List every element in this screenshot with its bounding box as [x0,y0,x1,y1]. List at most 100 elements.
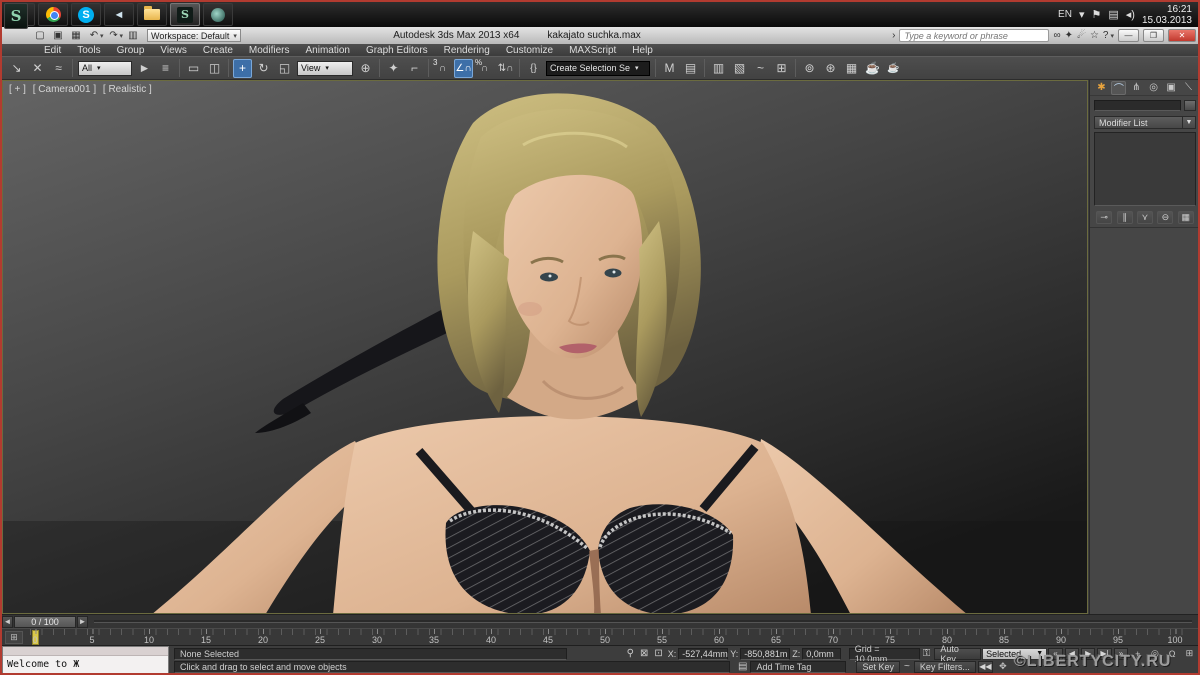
select-and-move-icon[interactable]: + [233,59,252,78]
open-mini-curve-editor-button[interactable]: ⊞ [5,631,23,644]
open-file-button[interactable]: ▣ [50,29,66,43]
media-player-icon[interactable]: ◄ [104,3,134,26]
menu-item-rendering[interactable]: Rendering [436,45,498,56]
render-setup-icon[interactable]: ⊛ [821,59,840,78]
time-slider-handle[interactable]: 0 / 100 [14,616,76,628]
communication-center-icon[interactable]: ☄ [1077,30,1086,41]
redo-flyout-icon[interactable]: ▾ [120,32,124,40]
modifier-stack[interactable] [1094,132,1196,206]
subscription-key-icon[interactable]: ✦ [1065,30,1073,41]
language-indicator[interactable]: EN [1058,9,1072,20]
menu-item-maxscript[interactable]: MAXScript [561,45,624,56]
menu-item-help[interactable]: Help [624,45,661,56]
render-iterative-teapot-icon[interactable]: ☕ [884,59,903,78]
help-caret-icon[interactable]: ▾ [1110,32,1114,40]
menu-item-animation[interactable]: Animation [297,45,357,56]
menu-item-views[interactable]: Views [152,45,195,56]
menu-item-modifiers[interactable]: Modifiers [241,45,298,56]
unlink-selection-icon[interactable]: ✕ [28,59,47,78]
y-coordinate-field[interactable]: -850,881m [740,648,790,660]
previous-frame-arrow[interactable]: ◄ [2,616,13,628]
tab-motion[interactable]: ◎ [1146,81,1161,95]
tab-utilities[interactable]: ⟍ [1181,81,1196,95]
show-end-result-icon[interactable]: ∥ [1117,211,1133,224]
pin-stack-icon[interactable]: ⊸ [1096,211,1112,224]
menu-item-customize[interactable]: Customize [498,45,561,56]
next-frame-arrow[interactable]: ► [77,616,88,628]
angle-snap-toggle-icon[interactable]: ∠∩ [454,59,473,78]
menu-item-create[interactable]: Create [195,45,241,56]
modifier-list-combo[interactable]: Modifier List ▼ [1094,116,1196,129]
new-scene-button[interactable]: ▢ [32,29,48,43]
spinner-snap-toggle-icon[interactable]: ⇅∩ [496,59,515,78]
viewport-general-menu[interactable]: [ + ] [9,84,26,95]
search-binoculars-icon[interactable]: ∞ [1053,30,1060,41]
select-and-link-icon[interactable]: ↘ [7,59,26,78]
named-selection-set-combo[interactable]: Create Selection Se ▾ [546,61,650,76]
toggle-layer-explorer-icon[interactable]: ▧ [730,59,749,78]
tab-create[interactable]: ✱ [1094,81,1109,95]
object-color-swatch[interactable] [1184,100,1196,111]
viewport-pov-menu[interactable]: [ Camera001 ] [33,84,96,95]
screen-capture-icon[interactable] [203,3,233,26]
configure-modifier-sets-icon[interactable]: ▦ [1178,211,1194,224]
3ds-max-application-button[interactable]: S [4,3,28,29]
z-coordinate-field[interactable]: 0,0mm [802,648,840,660]
welcome-window[interactable]: Welcome to Ж [2,646,169,674]
select-and-rotate-icon[interactable]: ↻ [254,59,273,78]
time-ruler[interactable]: ⊞ 05101520253035404550556065707580859095… [2,628,1198,646]
select-by-name-icon[interactable]: ≡ [156,59,175,78]
explorer-folder-icon[interactable] [137,3,167,26]
tab-modify[interactable]: ⌒ [1111,81,1126,95]
selection-filter-combo[interactable]: All ▾ [78,61,132,76]
schematic-view-icon[interactable]: ⊞ [772,59,791,78]
auto-key-button[interactable]: Auto Key [934,648,981,660]
search-expand-icon[interactable]: › [892,30,895,41]
select-and-manipulate-icon[interactable]: ✦ [384,59,403,78]
chrome-icon[interactable] [38,3,68,26]
save-file-button[interactable]: ▦ [68,29,84,43]
tab-display[interactable]: ▣ [1164,81,1179,95]
workspace-selector[interactable]: Workspace: Default ▾ [147,29,241,42]
key-mode-toggle-button[interactable]: ◀◀ [978,661,993,673]
pan-viewport-icon[interactable]: ✥ [995,661,1011,673]
edit-named-selection-sets-icon[interactable]: {} [524,59,543,78]
tab-hierarchy[interactable]: ⋔ [1129,81,1144,95]
isolate-selection-icon[interactable]: ⚲ [627,648,634,659]
search-input[interactable] [899,29,1049,42]
3ds-max-taskbar-icon[interactable]: S [170,3,200,26]
rectangular-selection-region-icon[interactable]: ▭ [184,59,203,78]
tray-clock[interactable]: 16:21 15.03.2013 [1142,4,1192,26]
speaker-icon[interactable]: ◂) [1126,8,1135,21]
set-keys-key-icon[interactable]: ⚿ [923,648,931,659]
mirror-icon[interactable]: M [660,59,679,78]
skype-icon[interactable]: S [71,3,101,26]
render-production-teapot-icon[interactable]: ☕ [863,59,882,78]
network-flag-icon[interactable]: ⚑ [1091,8,1101,21]
use-pivot-center-icon[interactable]: ⊕ [356,59,375,78]
add-time-tag[interactable]: Add Time Tag [750,661,846,673]
absolute-mode-icon[interactable]: ⊡ [654,648,662,659]
viewport-shading-menu[interactable]: [ Realistic ] [103,84,152,95]
new-key-curve-icon[interactable]: ~ [904,661,910,672]
reference-coordinate-combo[interactable]: View ▾ [297,61,353,76]
align-icon[interactable]: ▤ [681,59,700,78]
menu-item-group[interactable]: Group [109,45,153,56]
tray-expand-icon[interactable]: ▾ [1079,8,1085,21]
undo-flyout-icon[interactable]: ▾ [100,32,104,40]
restore-button[interactable]: ❐ [1143,29,1164,42]
set-key-button[interactable]: Set Key [856,661,900,673]
help-icon[interactable]: ? [1103,30,1109,41]
key-filters-button[interactable]: Key Filters... [914,661,976,673]
project-folder-button[interactable]: ▥ [125,29,141,43]
menu-item-edit[interactable]: Edit [36,45,69,56]
menu-item-graph-editors[interactable]: Graph Editors [358,45,436,56]
keyboard-shortcut-override-icon[interactable]: ⌐ [405,59,424,78]
curve-editor-icon[interactable]: ~ [751,59,770,78]
action-center-icon[interactable]: ▤ [1108,8,1118,21]
make-unique-icon[interactable]: ⋎ [1137,211,1153,224]
time-tag-note-icon[interactable]: ▤ [738,661,747,672]
window-crossing-icon[interactable]: ◫ [205,59,224,78]
camera-viewport[interactable]: [ + ] [ Camera001 ] [ Realistic ] [2,80,1088,614]
close-button[interactable]: ✕ [1168,29,1196,42]
